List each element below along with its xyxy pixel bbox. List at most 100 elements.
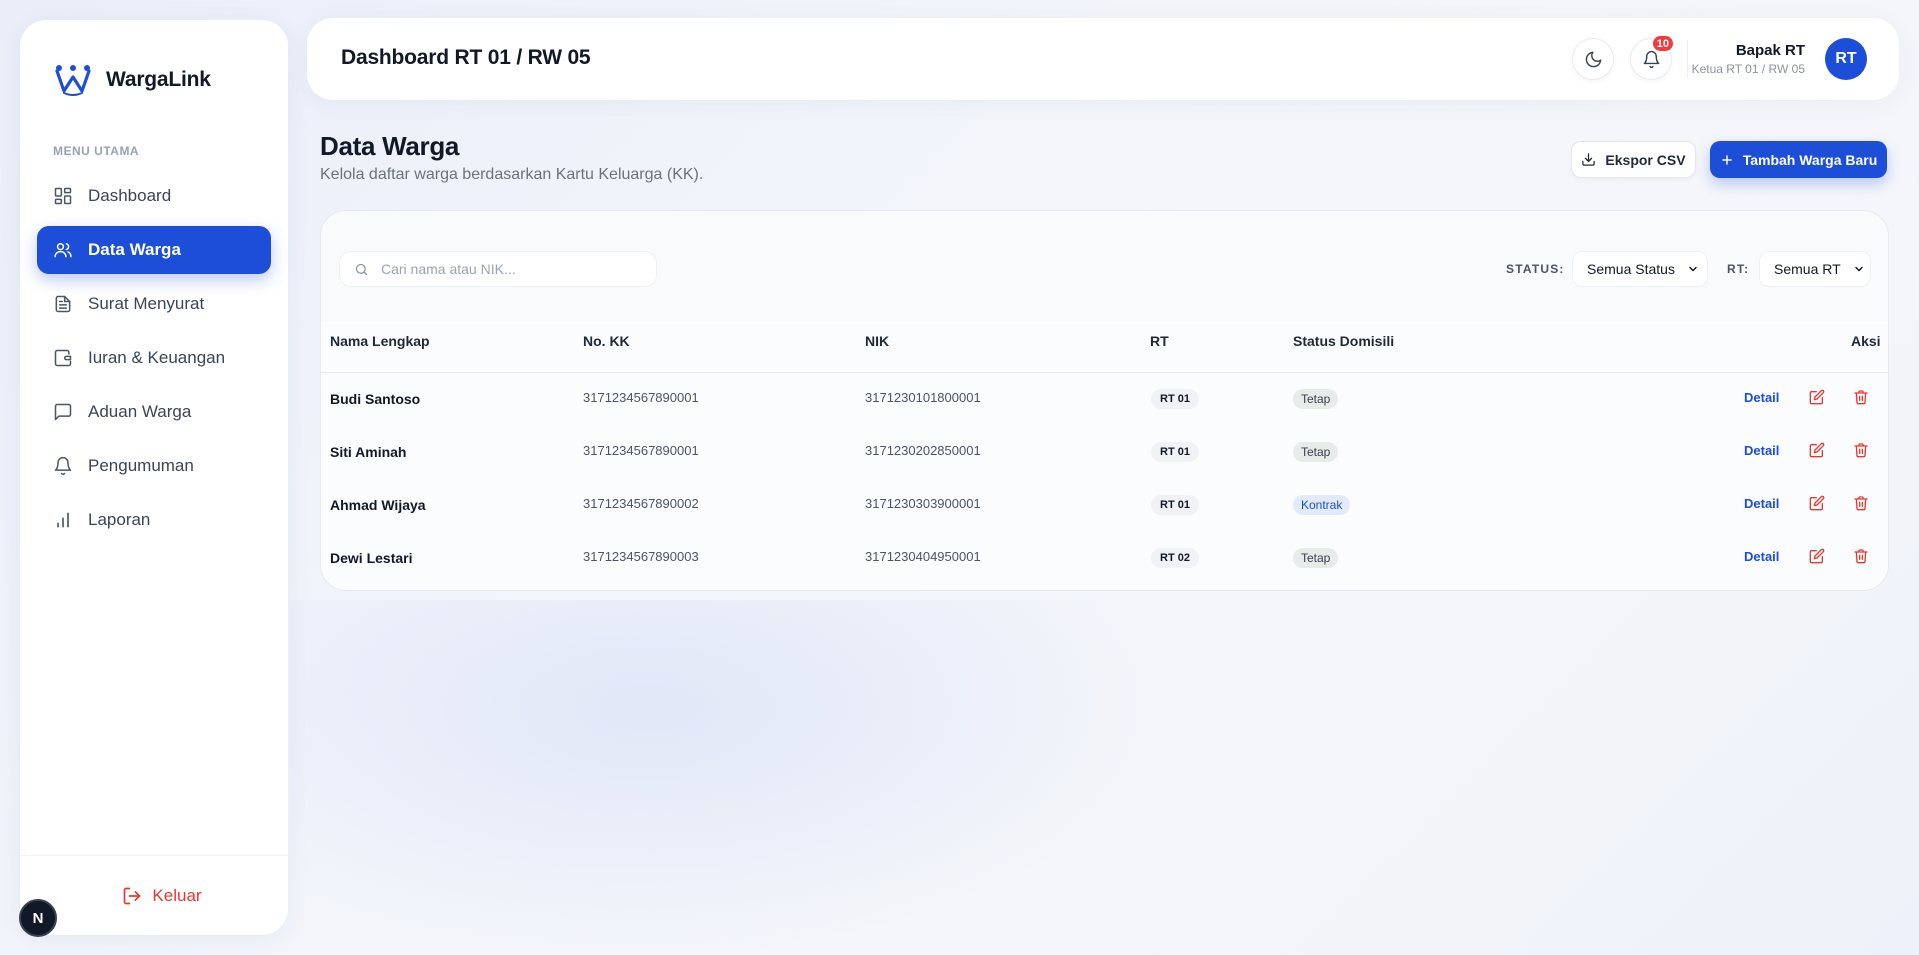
column-header-nik[interactable]: NIK: [865, 333, 889, 349]
status-badge: Tetap: [1293, 389, 1339, 409]
delete-icon[interactable]: [1853, 442, 1871, 460]
message-icon: [54, 403, 72, 421]
rt-badge: RT 01: [1151, 495, 1199, 515]
resident-name: Dewi Lestari: [330, 550, 413, 566]
brand[interactable]: WargaLink: [54, 44, 211, 116]
download-icon: [1582, 153, 1596, 166]
column-header-name[interactable]: Nama Lengkap: [330, 333, 430, 349]
wargalink-logo-icon: [54, 62, 92, 98]
status-filter-value: Semua Status: [1587, 261, 1675, 277]
bell-icon: [54, 456, 72, 476]
detail-link[interactable]: Detail: [1744, 496, 1779, 511]
chevron-down-icon: [1854, 266, 1863, 272]
filter-bar: STATUS: Semua Status RT: Semua RT: [321, 211, 1888, 321]
search-icon: [355, 263, 368, 275]
detail-link[interactable]: Detail: [1744, 443, 1779, 458]
chevron-down-icon: [1689, 266, 1697, 272]
table-row: Siti Aminah 3171234567890001 31712302028…: [321, 426, 1888, 479]
detail-link[interactable]: Detail: [1744, 549, 1779, 564]
resident-nik: 3171230303900001: [865, 496, 981, 511]
edit-icon[interactable]: [1809, 548, 1827, 566]
edit-icon[interactable]: [1809, 442, 1827, 460]
chart-icon: [57, 512, 69, 528]
status-filter-label: STATUS:: [1506, 262, 1565, 276]
search-input[interactable]: [381, 261, 631, 277]
resident-name: Ahmad Wijaya: [330, 497, 426, 513]
plus-icon: [1721, 154, 1732, 165]
rt-filter-label: RT:: [1727, 262, 1750, 276]
delete-icon[interactable]: [1853, 495, 1871, 513]
sidebar-item-label: Laporan: [88, 510, 151, 529]
sidebar-item-label: Surat Menyurat: [88, 294, 205, 313]
resident-kk: 3171234567890003: [583, 549, 699, 564]
sidebar-footer: Keluar: [20, 855, 288, 935]
dev-tools-badge[interactable]: N: [19, 899, 57, 937]
sidebar-nav: Dashboard Data Warga Surat Menyurat Iura…: [37, 172, 271, 550]
logout-label: Keluar: [152, 885, 202, 905]
rt-filter-select[interactable]: Semua RT: [1759, 251, 1871, 287]
rt-badge: RT 02: [1151, 548, 1199, 568]
residents-card: STATUS: Semua Status RT: Semua RT Nama L…: [320, 210, 1889, 591]
edit-icon[interactable]: [1809, 495, 1827, 513]
resident-kk: 3171234567890001: [583, 390, 699, 405]
header-divider: [1687, 40, 1688, 78]
theme-toggle-button[interactable]: [1572, 38, 1614, 80]
sidebar-item-data-warga[interactable]: Data Warga: [37, 226, 271, 274]
status-badge: Kontrak: [1293, 495, 1351, 515]
detail-link[interactable]: Detail: [1744, 390, 1779, 405]
users-icon: [54, 243, 72, 258]
user-info[interactable]: Bapak RT Ketua RT 01 / RW 05: [1692, 42, 1805, 76]
sidebar-item-label: Data Warga: [88, 240, 181, 259]
sidebar-item-label: Iuran & Keuangan: [88, 348, 226, 367]
column-header-status[interactable]: Status Domisili: [1293, 333, 1394, 349]
page-subtitle: Kelola daftar warga berdasarkan Kartu Ke…: [320, 166, 704, 183]
export-csv-label: Ekspor CSV: [1605, 151, 1686, 168]
table-row: Ahmad Wijaya 3171234567890002 3171230303…: [321, 479, 1888, 532]
sidebar: WargaLink MENU UTAMA Dashboard Data Warg…: [20, 20, 288, 935]
sidebar-item-laporan[interactable]: Laporan: [37, 496, 271, 544]
column-header-rt[interactable]: RT: [1150, 333, 1169, 349]
notification-count-badge: 10: [1650, 34, 1675, 53]
page-title: Data Warga: [320, 131, 460, 161]
column-header-actions: Aksi: [1851, 333, 1881, 349]
sidebar-item-iuran-keuangan[interactable]: Iuran & Keuangan: [37, 334, 271, 382]
delete-icon[interactable]: [1853, 548, 1871, 566]
sidebar-item-pengumuman[interactable]: Pengumuman: [37, 442, 271, 490]
page-header-title: Dashboard RT 01 / RW 05: [341, 46, 591, 69]
resident-nik: 3171230202850001: [865, 443, 981, 458]
edit-icon[interactable]: [1809, 389, 1827, 407]
status-badge: Tetap: [1293, 548, 1339, 568]
add-resident-button[interactable]: Tambah Warga Baru: [1710, 141, 1887, 178]
export-csv-button[interactable]: Ekspor CSV: [1571, 141, 1696, 178]
status-filter-select[interactable]: Semua Status: [1572, 251, 1708, 287]
rt-badge: RT 01: [1151, 389, 1199, 409]
delete-icon[interactable]: [1853, 389, 1871, 407]
table-row: Dewi Lestari 3171234567890003 3171230404…: [321, 532, 1888, 585]
column-header-kk[interactable]: No. KK: [583, 333, 630, 349]
user-role: Ketua RT 01 / RW 05: [1691, 62, 1805, 76]
search-box[interactable]: [339, 251, 657, 287]
resident-name: Siti Aminah: [330, 444, 407, 460]
avatar[interactable]: RT: [1825, 38, 1867, 80]
status-badge: Tetap: [1293, 442, 1339, 462]
logout-icon: [124, 887, 141, 904]
top-header: Dashboard RT 01 / RW 05 10 Bapak RT Ketu…: [307, 18, 1899, 100]
resident-kk: 3171234567890001: [583, 443, 699, 458]
sidebar-item-surat-menyurat[interactable]: Surat Menyurat: [37, 280, 271, 328]
sidebar-item-label: Pengumuman: [88, 456, 194, 475]
sidebar-item-label: Dashboard: [88, 186, 172, 205]
menu-heading: MENU UTAMA: [53, 144, 140, 158]
resident-name: Budi Santoso: [330, 391, 421, 407]
sidebar-item-aduan-warga[interactable]: Aduan Warga: [37, 388, 271, 436]
user-name: Bapak RT: [1735, 42, 1805, 59]
logout-button[interactable]: Keluar: [122, 885, 202, 906]
wallet-icon: [54, 349, 72, 367]
sidebar-item-dashboard[interactable]: Dashboard: [37, 172, 271, 220]
moon-icon: [1585, 51, 1601, 67]
rt-badge: RT 01: [1151, 442, 1199, 462]
dashboard-icon: [54, 187, 72, 205]
notifications-button[interactable]: 10: [1630, 34, 1675, 80]
rt-filter-value: Semua RT: [1774, 261, 1841, 277]
add-resident-label: Tambah Warga Baru: [1742, 151, 1878, 168]
resident-nik: 3171230404950001: [865, 549, 981, 564]
